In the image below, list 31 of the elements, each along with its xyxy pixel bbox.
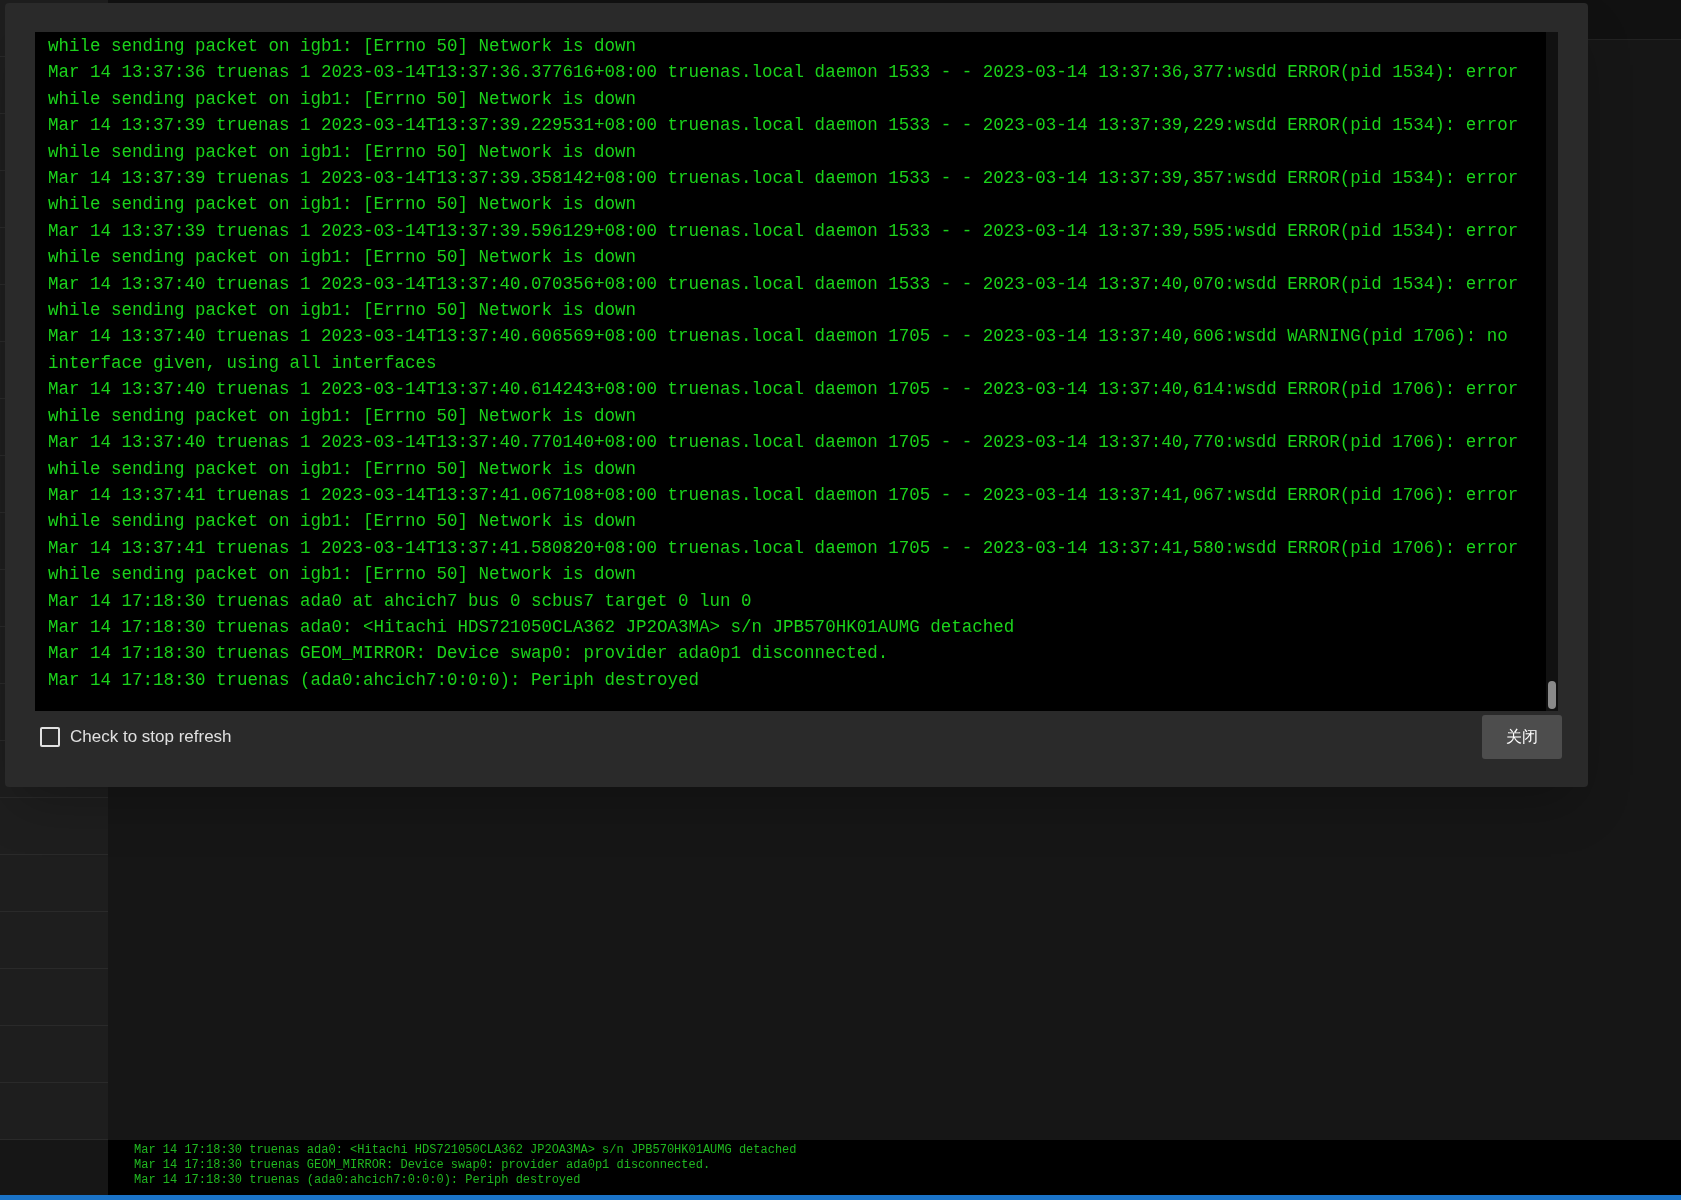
- log-line: while sending packet on igb1: [Errno 50] Network is down: [48, 246, 637, 270]
- log-line: while sending packet on igb1: [Errno 50] Network is down: [48, 87, 637, 111]
- log-line: interface given, using all interfaces: [48, 351, 437, 375]
- log-line: while sending packet on igb1: [Errno 50] Network is down: [48, 299, 637, 323]
- log-line: while sending packet on igb1: [Errno 50] Network is down: [48, 140, 637, 164]
- console-line: Mar 14 17:18:30 truenas (ada0:ahcich7:0:0:0): Periph destroyed: [134, 1173, 581, 1188]
- log-line: Mar 14 17:18:30 truenas (ada0:ahcich7:0:0:0): Periph destroyed: [48, 668, 700, 692]
- log-line: Mar 14 13:37:41 truenas 1 2023-03-14T13:37:41.580820+08:00 truenas.local daemon 1705 - - 2023-03-14 13:37:41,580:wsdd ERROR(pid 1706): error: [48, 536, 1519, 560]
- log-line: Mar 14 13:37:39 truenas 1 2023-03-14T13:37:39.229531+08:00 truenas.local daemon 1533 - - 2023-03-14 13:37:39,229:wsdd ERROR(pid 1534): error: [48, 114, 1519, 138]
- log-line: while sending packet on igb1: [Errno 50] Network is down: [48, 404, 637, 428]
- log-line: Mar 14 13:37:40 truenas 1 2023-03-14T13:37:40.770140+08:00 truenas.local daemon 1705 - - 2023-03-14 13:37:40,770:wsdd ERROR(pid 1706): error: [48, 431, 1519, 455]
- log-line: while sending packet on igb1: [Errno 50] Network is down: [48, 510, 637, 534]
- log-line: Mar 14 13:37:39 truenas 1 2023-03-14T13:37:39.596129+08:00 truenas.local daemon 1533 - - 2023-03-14 13:37:39,595:wsdd ERROR(pid 1534): error: [48, 219, 1519, 243]
- log-line: Mar 14 13:37:36 truenas 1 2023-03-14T13:37:36.377616+08:00 truenas.local daemon 1533 - - 2023-03-14 13:37:36,377:wsdd ERROR(pid 1534): error: [48, 61, 1519, 85]
- log-line: Mar 14 13:37:40 truenas 1 2023-03-14T13:37:40.070356+08:00 truenas.local daemon 1533 - - 2023-03-14 13:37:40,070:wsdd ERROR(pid 1534): error: [48, 272, 1519, 296]
- console-line: Mar 14 17:18:30 truenas ada0: <Hitachi HDS721050CLA362 JP2OA3MA> s/n JPB570HK01AUMG detached: [134, 1143, 797, 1158]
- log-line: while sending packet on igb1: [Errno 50] Network is down: [48, 35, 637, 58]
- stop-refresh-checkbox[interactable]: Check to stop refresh: [40, 724, 232, 750]
- log-line: while sending packet on igb1: [Errno 50] Network is down: [48, 457, 637, 481]
- scrollbar-thumb[interactable]: [1548, 681, 1556, 709]
- log-line: Mar 14 17:18:30 truenas GEOM_MIRROR: Device swap0: provider ada0p1 disconnected.: [48, 642, 889, 666]
- console-line: Mar 14 17:18:30 truenas GEOM_MIRROR: Device swap0: provider ada0p1 disconnected.: [134, 1158, 711, 1173]
- log-line: while sending packet on igb1: [Errno 50] Network is down: [48, 193, 637, 217]
- log-line: Mar 14 13:37:41 truenas 1 2023-03-14T13:37:41.067108+08:00 truenas.local daemon 1705 - - 2023-03-14 13:37:41,067:wsdd ERROR(pid 1706): error: [48, 483, 1519, 507]
- log-line: Mar 14 13:37:40 truenas 1 2023-03-14T13:37:40.614243+08:00 truenas.local daemon 1705 - - 2023-03-14 13:37:40,614:wsdd ERROR(pid 1706): error: [48, 378, 1519, 402]
- log-line: Mar 14 17:18:30 truenas ada0: <Hitachi HDS721050CLA362 JP2OA3MA> s/n JPB570HK01AUMG detached: [48, 615, 1015, 639]
- log-line: Mar 14 13:37:39 truenas 1 2023-03-14T13:37:39.358142+08:00 truenas.local daemon 1533 - - 2023-03-14 13:37:39,357:wsdd ERROR(pid 1534): error: [48, 167, 1519, 191]
- log-line: Mar 14 17:18:30 truenas ada0 at ahcich7 bus 0 scbus7 target 0 lun 0: [48, 589, 752, 613]
- log-line: while sending packet on igb1: [Errno 50] Network is down: [48, 563, 637, 587]
- close-button[interactable]: 关闭: [1482, 715, 1562, 759]
- log-line: Mar 14 13:37:40 truenas 1 2023-03-14T13:37:40.606569+08:00 truenas.local daemon 1705 - - 2023-03-14 13:37:40,606:wsdd WARNING(pid 1706): no: [48, 325, 1508, 349]
